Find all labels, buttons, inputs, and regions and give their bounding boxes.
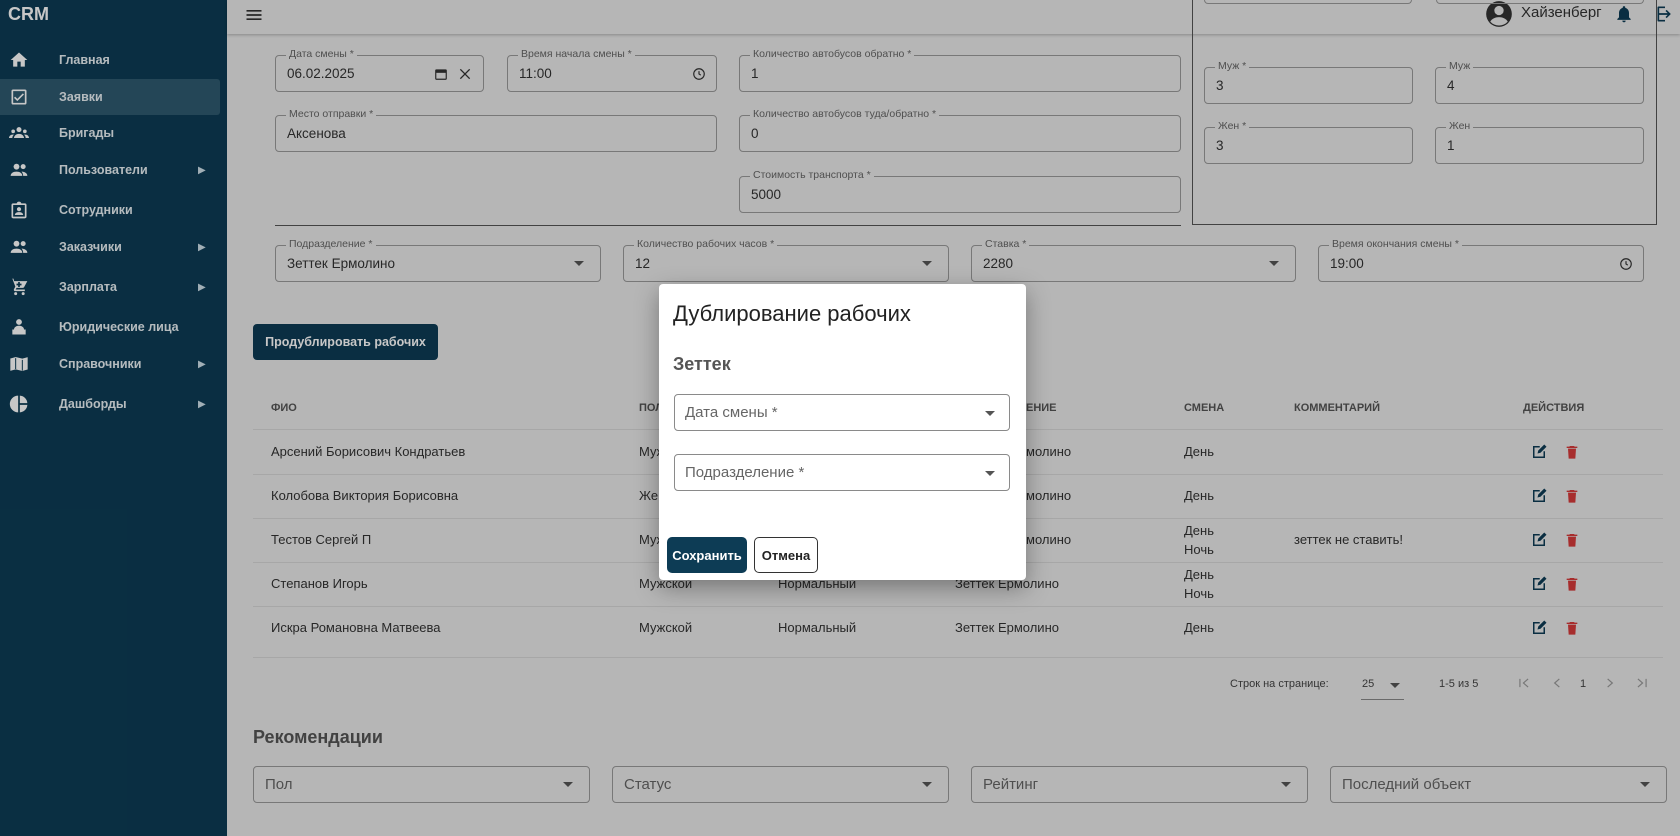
duplicate-workers-dialog: Дублирование рабочих Зеттек Дата смены *… <box>659 284 1026 580</box>
dialog-title: Дублирование рабочих <box>673 301 911 326</box>
cancel-button[interactable]: Отмена <box>754 537 818 573</box>
dialog-shift-date-select[interactable]: Дата смены * <box>674 394 1010 431</box>
chevron-down-icon <box>985 471 995 476</box>
save-button[interactable]: Сохранить <box>667 537 747 573</box>
dialog-subtitle: Зеттек <box>673 354 731 374</box>
chevron-down-icon <box>985 411 995 416</box>
dialog-division-select[interactable]: Подразделение * <box>674 454 1010 491</box>
